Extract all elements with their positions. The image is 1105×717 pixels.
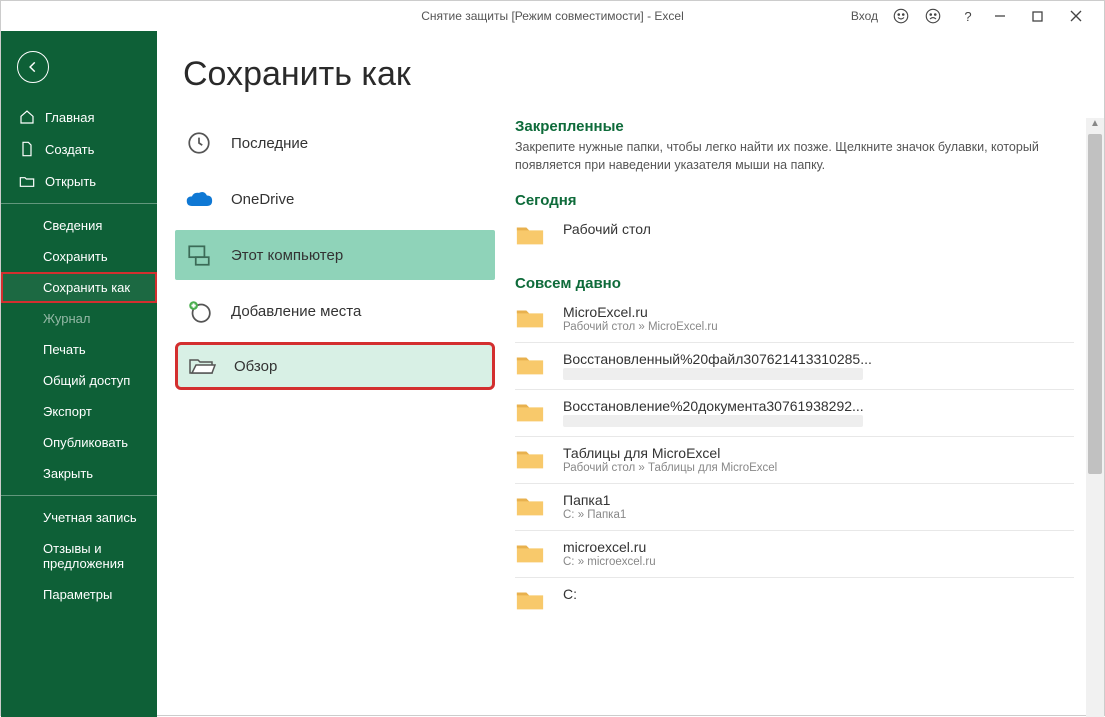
folder-open-icon: [188, 352, 216, 380]
page-title: Сохранить как: [157, 31, 1104, 118]
sidebar-item-account[interactable]: Учетная запись: [1, 495, 157, 533]
sidebar-label: Отзывы и предложения: [43, 541, 157, 571]
scrollbar[interactable]: ▲: [1086, 118, 1104, 717]
save-locations-list: Последние OneDrive Этот компьютер Добавл…: [157, 118, 495, 717]
sidebar-label: Сведения: [43, 218, 102, 233]
folder-row[interactable]: C:: [515, 578, 1074, 624]
sidebar-label: Печать: [43, 342, 86, 357]
location-label: Этот компьютер: [231, 247, 343, 264]
minimize-button[interactable]: [994, 10, 1018, 22]
sidebar-label: Сохранить как: [43, 280, 130, 295]
location-label: Последние: [231, 135, 308, 152]
sidebar-item-export[interactable]: Экспорт: [1, 396, 157, 427]
maximize-button[interactable]: [1032, 11, 1056, 22]
folder-icon: [515, 306, 545, 334]
open-icon: [19, 173, 35, 189]
sidebar-item-share[interactable]: Общий доступ: [1, 365, 157, 396]
today-header: Сегодня: [515, 192, 1074, 209]
back-button[interactable]: [17, 51, 49, 83]
sidebar-item-open[interactable]: Открыть: [1, 165, 157, 197]
folder-path: [563, 415, 863, 427]
sidebar-item-journal: Журнал: [1, 303, 157, 334]
scroll-up-arrow[interactable]: ▲: [1086, 118, 1104, 132]
sidebar-item-save[interactable]: Сохранить: [1, 241, 157, 272]
add-place-icon: [185, 297, 213, 325]
sidebar-item-info[interactable]: Сведения: [1, 203, 157, 241]
sidebar-item-options[interactable]: Параметры: [1, 579, 157, 610]
folder-name: microexcel.ru: [563, 539, 656, 555]
feedback-sad-icon[interactable]: [924, 7, 942, 25]
sidebar-label: Опубликовать: [43, 435, 128, 450]
folder-name: C:: [563, 586, 577, 602]
cloud-icon: [185, 185, 213, 213]
folder-row[interactable]: MicroExcel.ruРабочий стол » MicroExcel.r…: [515, 296, 1074, 343]
computer-icon: [185, 241, 213, 269]
signin-link[interactable]: Вход: [851, 9, 878, 23]
folder-icon: [515, 541, 545, 569]
sidebar-label: Открыть: [45, 174, 96, 189]
scroll-thumb[interactable]: [1088, 134, 1102, 474]
folder-name: Восстановление%20документа30761938292...: [563, 398, 864, 414]
backstage-sidebar: Главная Создать Открыть Сведения Сохрани…: [1, 31, 157, 717]
location-add-place[interactable]: Добавление места: [175, 286, 495, 336]
folder-icon: [515, 588, 545, 616]
folder-name: Рабочий стол: [563, 221, 651, 237]
folder-path: [563, 368, 863, 380]
location-this-pc[interactable]: Этот компьютер: [175, 230, 495, 280]
folder-path: C: » Папка1: [563, 509, 626, 521]
titlebar: Снятие защиты [Режим совместимости] - Ex…: [1, 1, 1104, 31]
sidebar-label: Сохранить: [43, 249, 108, 264]
folder-icon: [515, 223, 545, 251]
location-browse[interactable]: Обзор: [175, 342, 495, 390]
sidebar-label: Создать: [45, 142, 94, 157]
sidebar-item-saveas[interactable]: Сохранить как: [1, 272, 157, 303]
sidebar-label: Общий доступ: [43, 373, 130, 388]
sidebar-item-feedback[interactable]: Отзывы и предложения: [1, 533, 157, 579]
sidebar-item-print[interactable]: Печать: [1, 334, 157, 365]
sidebar-label: Экспорт: [43, 404, 92, 419]
location-label: Обзор: [234, 358, 277, 375]
folder-row[interactable]: microexcel.ruC: » microexcel.ru: [515, 531, 1074, 578]
pinned-header: Закрепленные: [515, 118, 1074, 135]
folder-path: Рабочий стол » Таблицы для MicroExcel: [563, 462, 777, 474]
feedback-happy-icon[interactable]: [892, 7, 910, 25]
location-label: OneDrive: [231, 191, 294, 208]
sidebar-label: Параметры: [43, 587, 112, 602]
folder-name: Восстановленный%20файл307621413310285...: [563, 351, 872, 367]
older-header: Совсем давно: [515, 275, 1074, 292]
help-button[interactable]: ?: [956, 9, 980, 24]
sidebar-label: Главная: [45, 110, 94, 125]
folder-row[interactable]: Папка1C: » Папка1: [515, 484, 1074, 531]
pinned-description: Закрепите нужные папки, чтобы легко найт…: [515, 139, 1074, 174]
folder-row[interactable]: Рабочий стол: [515, 213, 1074, 259]
location-label: Добавление места: [231, 303, 361, 320]
folder-name: MicroExcel.ru: [563, 304, 718, 320]
close-button[interactable]: [1070, 10, 1094, 22]
sidebar-item-new[interactable]: Создать: [1, 133, 157, 165]
sidebar-label: Журнал: [43, 311, 90, 326]
folder-row[interactable]: Восстановленный%20файл307621413310285...: [515, 343, 1074, 390]
folder-icon: [515, 447, 545, 475]
sidebar-item-publish[interactable]: Опубликовать: [1, 427, 157, 458]
sidebar-item-home[interactable]: Главная: [1, 101, 157, 133]
folder-icon: [515, 494, 545, 522]
window-title: Снятие защиты [Режим совместимости] - Ex…: [421, 9, 684, 23]
home-icon: [19, 109, 35, 125]
folder-icon: [515, 400, 545, 428]
folder-icon: [515, 353, 545, 381]
location-onedrive[interactable]: OneDrive: [175, 174, 495, 224]
folder-row[interactable]: Восстановление%20документа30761938292...: [515, 390, 1074, 437]
folder-list-panel: Закрепленные Закрепите нужные папки, что…: [495, 118, 1104, 717]
clock-icon: [185, 129, 213, 157]
sidebar-item-close[interactable]: Закрыть: [1, 458, 157, 489]
folder-name: Таблицы для MicroExcel: [563, 445, 777, 461]
folder-name: Папка1: [563, 492, 626, 508]
new-icon: [19, 141, 35, 157]
location-recent[interactable]: Последние: [175, 118, 495, 168]
sidebar-label: Закрыть: [43, 466, 93, 481]
sidebar-label: Учетная запись: [43, 510, 137, 525]
folder-path: Рабочий стол » MicroExcel.ru: [563, 321, 718, 333]
folder-row[interactable]: Таблицы для MicroExcelРабочий стол » Таб…: [515, 437, 1074, 484]
folder-path: C: » microexcel.ru: [563, 556, 656, 568]
